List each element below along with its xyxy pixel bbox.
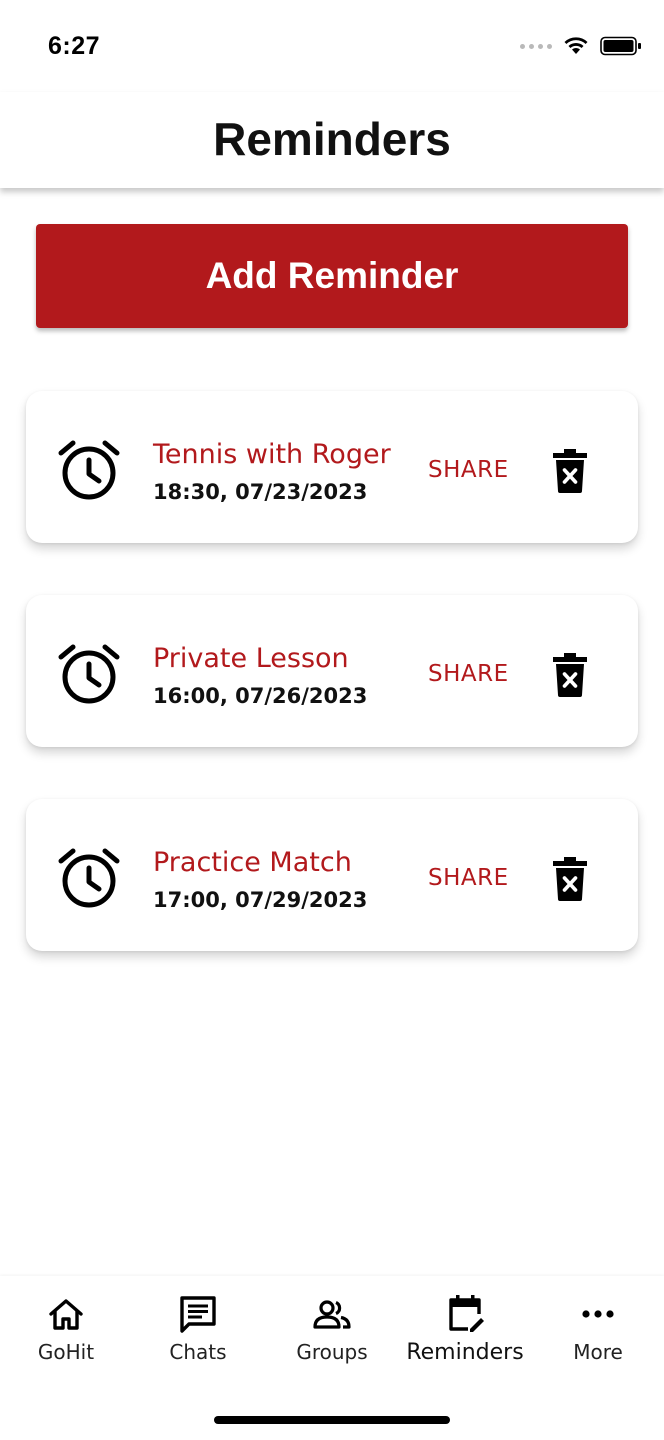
delete-icon[interactable]	[552, 653, 588, 697]
delete-icon[interactable]	[552, 449, 588, 493]
wifi-icon	[564, 37, 588, 54]
signal-icon	[520, 43, 552, 49]
reminder-title: Private Lesson	[153, 643, 349, 674]
tab-groups[interactable]: Groups	[266, 1294, 398, 1384]
more-icon	[582, 1310, 614, 1318]
calendar-edit-icon	[449, 1295, 484, 1332]
tab-label: Groups	[296, 1340, 368, 1364]
groups-icon	[313, 1300, 351, 1329]
reminder-datetime: 18:30, 07/23/2023	[153, 480, 368, 504]
reminder-title: Tennis with Roger	[153, 439, 391, 470]
tab-chats[interactable]: Chats	[132, 1294, 264, 1384]
header: Reminders	[0, 92, 664, 188]
status-icons	[520, 36, 642, 56]
tab-label: GoHit	[37, 1340, 95, 1364]
chat-icon	[180, 1296, 216, 1333]
alarm-clock-icon	[58, 440, 120, 500]
alarm-clock-icon	[58, 644, 120, 704]
share-button[interactable]: SHARE	[428, 661, 509, 687]
alarm-clock-icon	[58, 848, 120, 908]
delete-icon[interactable]	[552, 857, 588, 901]
home-icon	[49, 1299, 83, 1330]
page-title: Reminders	[213, 113, 451, 165]
reminder-card: Practice Match 17:00, 07/29/2023 SHARE	[26, 799, 638, 951]
tab-label: Chats	[169, 1340, 227, 1364]
reminder-datetime: 17:00, 07/29/2023	[153, 888, 368, 912]
share-button[interactable]: SHARE	[428, 865, 509, 891]
status-bar: 6:27	[0, 0, 664, 92]
battery-icon	[600, 36, 641, 56]
home-indicator	[214, 1416, 450, 1424]
tab-label: Reminders	[406, 1340, 524, 1365]
reminder-card: Private Lesson 16:00, 07/26/2023 SHARE	[26, 595, 638, 747]
tab-reminders[interactable]: Reminders	[399, 1294, 531, 1384]
status-time: 6:27	[48, 32, 101, 60]
tab-label: More	[573, 1340, 623, 1364]
add-reminder-button[interactable]: Add Reminder	[36, 224, 628, 328]
reminder-datetime: 16:00, 07/26/2023	[153, 684, 368, 708]
share-button[interactable]: SHARE	[428, 457, 509, 483]
reminder-title: Practice Match	[153, 847, 352, 878]
reminder-card: Tennis with Roger 18:30, 07/23/2023 SHAR…	[26, 391, 638, 543]
tab-gohit[interactable]: GoHit	[0, 1294, 132, 1384]
tab-more[interactable]: More	[532, 1294, 664, 1384]
